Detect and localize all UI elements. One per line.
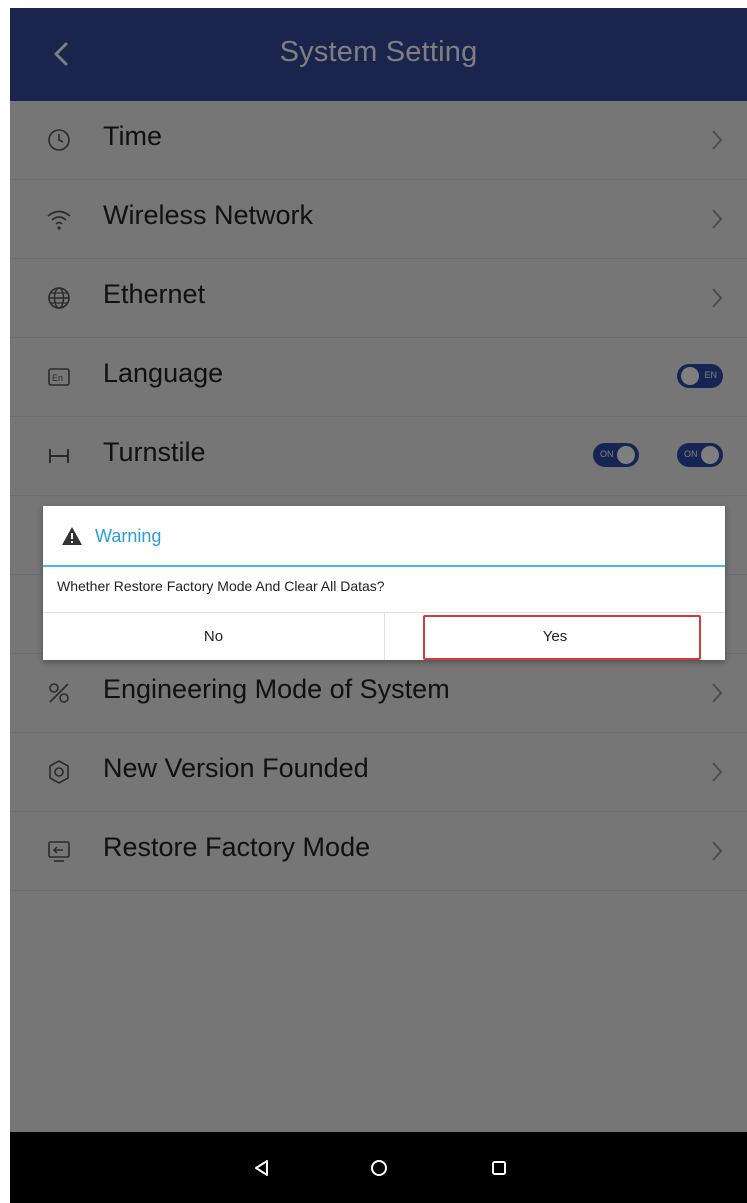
screen: System Setting Time Wireless Network bbox=[10, 8, 747, 1203]
square-recents-icon[interactable] bbox=[487, 1156, 511, 1180]
dialog-header: Warning bbox=[43, 506, 725, 566]
warning-dialog: Warning Whether Restore Factory Mode And… bbox=[43, 506, 725, 660]
yes-highlight-box bbox=[423, 615, 701, 660]
android-nav-bar bbox=[10, 1132, 747, 1203]
triangle-back-icon[interactable] bbox=[250, 1156, 274, 1180]
dialog-title: Warning bbox=[95, 526, 162, 546]
no-button[interactable]: No bbox=[43, 613, 384, 660]
warning-icon bbox=[62, 527, 82, 545]
dialog-divider bbox=[43, 565, 725, 567]
dialog-message: Whether Restore Factory Mode And Clear A… bbox=[57, 578, 385, 594]
circle-home-icon[interactable] bbox=[367, 1156, 391, 1180]
